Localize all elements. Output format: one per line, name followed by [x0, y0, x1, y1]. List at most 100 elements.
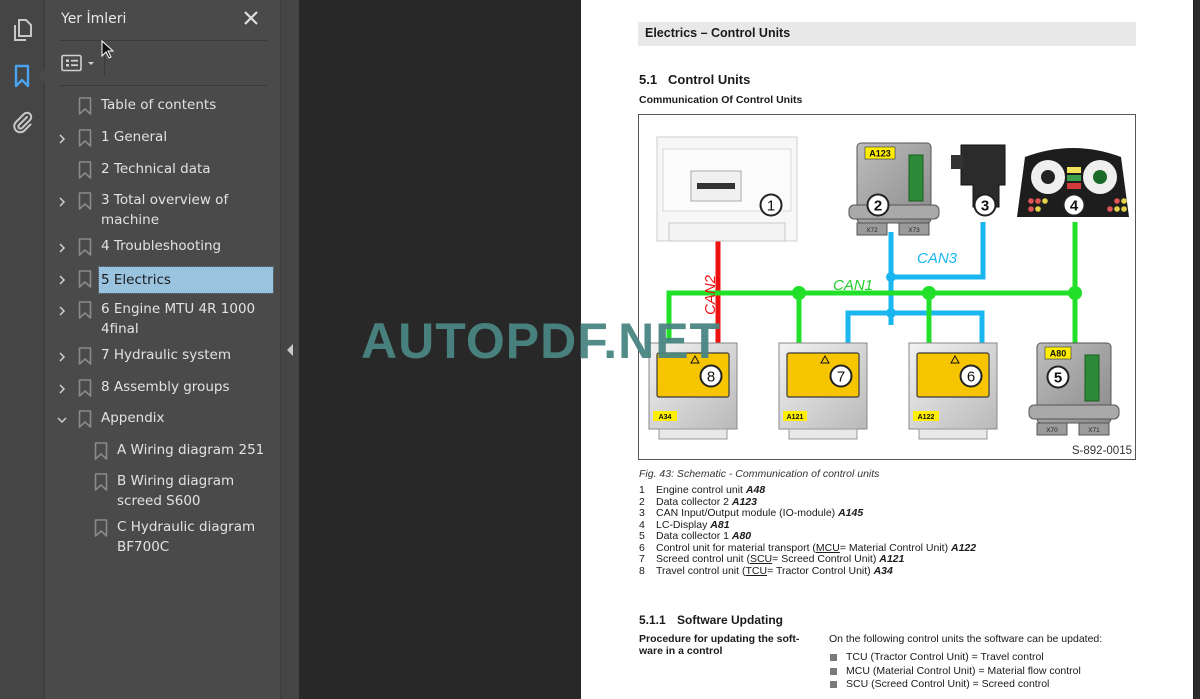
- bookmark-label[interactable]: Table of contents: [101, 95, 216, 115]
- unit-2-data-collector: X72 X73 A123 2: [848, 142, 940, 236]
- unit-number: 3: [981, 198, 989, 215]
- collapse-panel-icon[interactable]: [287, 344, 293, 356]
- bookmark-icon[interactable]: [10, 64, 34, 88]
- bullet-item: TCU (Tractor Control Unit) = Travel cont…: [829, 651, 1081, 665]
- chevron-down-icon[interactable]: [56, 413, 68, 425]
- divider: [60, 85, 267, 86]
- unit-7-screed-control: A121 7: [778, 342, 868, 440]
- unit-number: 2: [874, 198, 882, 215]
- bookmark-label[interactable]: B Wiring diagram screed S600: [117, 471, 234, 511]
- navigation-rail: [0, 0, 46, 699]
- bookmark-flag-icon: [94, 519, 108, 537]
- legend-number: 5: [639, 530, 645, 542]
- legend-text-part: CAN Input/Output module (IO-module): [656, 507, 839, 519]
- bookmark-label[interactable]: 4 Troubleshooting: [101, 236, 221, 256]
- port-label: X71: [1088, 427, 1100, 434]
- bookmark-label[interactable]: 5 Electrics: [98, 266, 274, 294]
- divider: [104, 52, 105, 76]
- bookmark-label[interactable]: C Hydraulic diagram BF700C: [117, 517, 255, 557]
- legend-text-part: = Screed Control Unit): [772, 553, 880, 565]
- bookmark-label[interactable]: 6 Engine MTU 4R 1000 4final: [101, 299, 255, 339]
- bookmark-label[interactable]: 2 Technical data: [101, 159, 211, 179]
- legend-text-part: Screed control unit (: [656, 553, 750, 565]
- pages-icon[interactable]: [10, 18, 34, 42]
- bookmark-label[interactable]: 8 Assembly groups: [101, 377, 229, 397]
- chevron-right-icon[interactable]: [56, 350, 68, 362]
- bookmark-label-line: 6 Engine MTU 4R 1000: [101, 301, 256, 317]
- unit-5-data-collector: X70 X71 A80 5: [1028, 342, 1120, 436]
- bookmark-label-line: B Wiring diagram: [117, 473, 235, 489]
- chevron-right-icon[interactable]: [56, 273, 68, 285]
- bookmark-label-line: machine: [101, 212, 160, 228]
- legend-text-part: Engine control unit: [656, 484, 746, 496]
- legend-number: 8: [639, 564, 645, 577]
- bookmark-flag-icon: [78, 238, 92, 256]
- legend-code: A123: [731, 495, 757, 508]
- can-bus-schematic: CAN1 CAN3 CAN2 1 X72 X73 A123 2 3 4 A34 …: [648, 136, 1129, 440]
- bullet-item: MCU (Material Control Unit) = Material f…: [829, 665, 1081, 679]
- chevron-right-icon[interactable]: [56, 304, 68, 316]
- panel-splitter[interactable]: [280, 0, 299, 699]
- unit-tag: A122: [918, 414, 935, 421]
- unit-number: 4: [1070, 198, 1079, 215]
- unit-3-io-module: 3: [951, 144, 1006, 217]
- section-number: 5.1: [639, 72, 658, 87]
- bullet-square-icon: [830, 667, 837, 675]
- can2-label: CAN2: [702, 274, 719, 315]
- unit-8-travel-control: A34 8: [648, 342, 738, 440]
- legend-code: A145: [838, 507, 864, 519]
- document-viewport: Electrics – Control Units 5.1 Control Uni…: [299, 0, 1193, 699]
- bookmark-flag-icon: [78, 347, 92, 365]
- bookmark-label[interactable]: A Wiring diagram 251: [117, 440, 264, 460]
- chevron-right-icon[interactable]: [56, 241, 68, 253]
- bookmark-label[interactable]: 1 General: [101, 127, 167, 147]
- subsection-title-text: Software Updating: [677, 613, 784, 627]
- vertical-scrollbar[interactable]: [1193, 0, 1200, 699]
- bookmark-label[interactable]: 3 Total overview of machine: [101, 190, 228, 230]
- legend-number: 7: [639, 553, 645, 565]
- pdf-viewer: Yer İmleri Table of contents 1 General 2 T…: [0, 0, 1200, 699]
- divider: [60, 40, 267, 41]
- bookmark-label[interactable]: 7 Hydraulic system: [101, 345, 231, 365]
- subsection-title: 5.1.1 Software Updating: [639, 613, 783, 627]
- figure-caption: Fig. 43: Schematic - Communication of co…: [639, 468, 880, 480]
- bookmark-options-button[interactable]: [61, 52, 101, 74]
- chevron-down-icon: [88, 62, 94, 65]
- bullet-text: MCU (Material Control Unit) = Material f…: [846, 664, 1081, 677]
- bookmark-label[interactable]: Appendix: [101, 408, 165, 428]
- section-title-text: Control Units: [668, 72, 751, 87]
- bookmark-flag-icon: [94, 442, 108, 460]
- unit-1-engine-control: 1: [656, 136, 798, 242]
- page-header: Electrics – Control Units: [638, 22, 1136, 46]
- unit-number: 5: [1054, 370, 1062, 387]
- bullet-text: SCU (Screed Control Unit) = Screed contr…: [846, 678, 1050, 690]
- legend-code: A34: [873, 564, 893, 577]
- bookmark-flag-icon: [78, 192, 92, 210]
- unit-4-lc-display: 4: [1017, 148, 1129, 217]
- close-panel-button[interactable]: [242, 9, 260, 27]
- subsection-number: 5.1.1: [639, 613, 666, 627]
- unit-number: 6: [967, 369, 975, 386]
- legend-code: A80: [731, 530, 752, 542]
- list-options-icon: [61, 54, 82, 72]
- schematic-figure: CAN1 CAN3 CAN2 1 X72 X73 A123 2 3 4 A34 …: [638, 114, 1136, 460]
- chevron-right-icon[interactable]: [56, 195, 68, 207]
- bookmark-flag-icon: [78, 301, 92, 319]
- close-icon: [244, 11, 258, 25]
- legend-abbreviation: MCU: [815, 541, 840, 554]
- legend-item: 8 Travel control unit (TCU= Tractor Contr…: [639, 564, 976, 578]
- unit-number: 1: [767, 198, 775, 215]
- chevron-right-icon[interactable]: [56, 382, 68, 394]
- unit-number: 8: [707, 369, 715, 386]
- bullet-square-icon: [830, 681, 837, 689]
- port-label: X70: [1046, 427, 1058, 434]
- figure-code: S-892-0015: [1071, 445, 1132, 457]
- page-header-text: Electrics – Control Units: [645, 26, 791, 40]
- bullet-item: SCU (Screed Control Unit) = Screed contr…: [829, 678, 1081, 692]
- legend-abbreviation: SCU: [749, 553, 773, 565]
- legend-code: A81: [710, 518, 730, 531]
- body-text: On the following control units the softw…: [829, 633, 1103, 645]
- chevron-right-icon[interactable]: [56, 132, 68, 144]
- attachment-icon[interactable]: [10, 110, 34, 134]
- bookmark-label-line: 4final: [101, 321, 139, 337]
